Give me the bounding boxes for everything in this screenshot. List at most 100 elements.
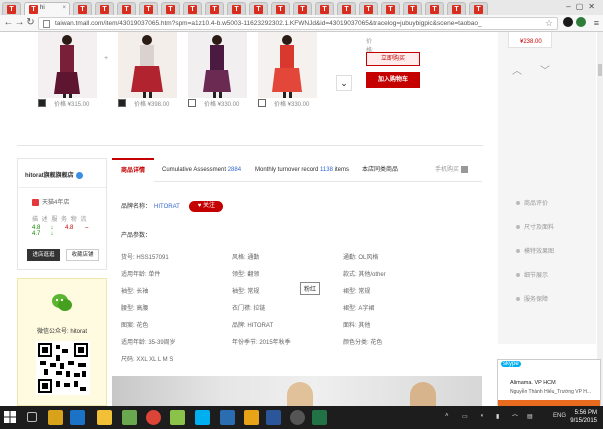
browser-tab[interactable]: T bbox=[447, 2, 466, 15]
browser-tab[interactable]: T bbox=[425, 2, 444, 15]
browser-tab[interactable]: T bbox=[227, 2, 246, 15]
browser-tab-active[interactable]: Thi × bbox=[24, 2, 70, 15]
url-input[interactable]: taiwan.tmall.com/item/43019037065.htm?sp… bbox=[38, 17, 558, 30]
param-attr: 袖型: 常规 bbox=[232, 289, 260, 295]
browser-tab[interactable]: T bbox=[205, 2, 224, 15]
browser-tab[interactable]: T bbox=[117, 2, 136, 15]
skype-notification[interactable]: skype Alimama. VP HCM Nguyễn Thành Hiếu_… bbox=[497, 359, 601, 406]
browser-tabstrip: T Thi × T T T T T T T T T T T T T T T T T… bbox=[0, 0, 603, 15]
page-info-icon[interactable] bbox=[43, 20, 50, 28]
language-indicator[interactable]: ENG bbox=[553, 413, 566, 419]
product-photo[interactable] bbox=[118, 32, 177, 98]
bundle-item[interactable]: 价格 ¥330.00 bbox=[258, 32, 317, 108]
browser-tab[interactable]: T bbox=[293, 2, 312, 15]
browser-tab[interactable]: T bbox=[315, 2, 334, 15]
windows-start-icon[interactable] bbox=[4, 411, 16, 423]
param-attr: 适用年龄: 35-39周岁 bbox=[121, 340, 176, 346]
app-icon[interactable] bbox=[290, 410, 305, 425]
battery-icon[interactable]: ▮ bbox=[496, 413, 499, 420]
bundle-item[interactable]: 价格 ¥398.00 bbox=[118, 32, 177, 108]
model-photo bbox=[410, 382, 436, 406]
reload-icon[interactable]: ↻ bbox=[25, 17, 36, 28]
app-icon[interactable] bbox=[170, 410, 185, 425]
task-view-icon[interactable] bbox=[27, 412, 37, 422]
file-explorer-icon[interactable] bbox=[97, 410, 112, 425]
clock[interactable]: 5:56 PM 9/15/2015 bbox=[570, 409, 597, 425]
wifi-icon[interactable]: ⌒ bbox=[512, 413, 518, 422]
side-link-detail[interactable]: 细节展示 bbox=[516, 270, 548, 279]
tmall-favicon-icon: T bbox=[276, 5, 285, 14]
browser-tab[interactable]: T bbox=[73, 2, 92, 15]
tab-product-details[interactable]: 商品详情 bbox=[112, 158, 154, 182]
product-photo[interactable] bbox=[188, 32, 247, 98]
chrome-icon[interactable] bbox=[146, 410, 161, 425]
skype-icon[interactable] bbox=[195, 410, 210, 425]
browser-tab[interactable]: T bbox=[271, 2, 290, 15]
favorite-shop-button[interactable]: 收藏店铺 bbox=[66, 249, 99, 261]
tray-chevron-icon[interactable]: ˄ bbox=[445, 413, 449, 419]
side-link-model[interactable]: 模特效果图 bbox=[516, 246, 554, 255]
browser-tab[interactable]: T bbox=[337, 2, 356, 15]
network-icon[interactable]: ▭ bbox=[462, 413, 468, 420]
brand-link[interactable]: HITORAT bbox=[154, 204, 180, 210]
tab-transactions[interactable]: Monthly turnover record 1138 items bbox=[255, 158, 349, 182]
side-link-reviews[interactable]: 商品评价 bbox=[516, 198, 548, 207]
side-link-size[interactable]: 尺寸及面料 bbox=[516, 222, 554, 231]
browser-tab[interactable]: T bbox=[161, 2, 180, 15]
browser-tab[interactable]: T bbox=[95, 2, 114, 15]
browser-tab[interactable]: T bbox=[403, 2, 422, 15]
bundle-checkbox[interactable] bbox=[118, 99, 126, 107]
chevron-down-icon[interactable]: ⌄ bbox=[336, 75, 352, 91]
bookmark-star-icon[interactable]: ☆ bbox=[545, 18, 553, 29]
wechat-card: 微信公众号: hitorat bbox=[17, 278, 107, 406]
bundle-checkbox[interactable] bbox=[188, 99, 196, 107]
product-photo[interactable] bbox=[258, 32, 317, 98]
mobile-buy[interactable]: 手机购买 bbox=[435, 158, 469, 182]
action-center-icon[interactable]: ▤ bbox=[527, 413, 533, 420]
shop-name[interactable]: hitorat旗舰旗舰店 bbox=[25, 170, 83, 179]
product-banner[interactable] bbox=[112, 376, 482, 406]
extension-icon[interactable] bbox=[563, 17, 573, 27]
side-link-service[interactable]: 服务保障 bbox=[516, 294, 548, 303]
browser-tab[interactable]: T bbox=[2, 2, 21, 15]
back-icon[interactable]: ← bbox=[3, 17, 14, 28]
window-controls[interactable]: –▢✕ bbox=[566, 2, 600, 11]
app-icon[interactable] bbox=[220, 410, 235, 425]
close-tab-icon[interactable]: × bbox=[62, 5, 66, 11]
scrollbar-thumb[interactable] bbox=[598, 64, 602, 76]
follow-button[interactable]: ♥ 关注 bbox=[189, 201, 224, 212]
bundle-item[interactable]: 价格 ¥330.00 bbox=[188, 32, 247, 108]
excel-icon[interactable] bbox=[312, 410, 327, 425]
store-icon[interactable] bbox=[48, 410, 63, 425]
page-scrollbar[interactable] bbox=[597, 32, 603, 406]
tmall-favicon-icon: T bbox=[144, 5, 153, 14]
tab-reviews[interactable]: Cumulative Assessment 2884 bbox=[162, 158, 241, 182]
bundle-item[interactable]: 价格 ¥315.00 bbox=[38, 32, 97, 108]
browser-tab[interactable]: T bbox=[381, 2, 400, 15]
tooltip: 粉红 bbox=[300, 282, 321, 295]
bundle-checkbox[interactable] bbox=[258, 99, 266, 107]
volume-icon[interactable]: ◖ bbox=[480, 413, 484, 419]
param-attr: 领型: 翻领 bbox=[232, 272, 260, 278]
chevron-up-icon[interactable]: ︿ bbox=[512, 62, 522, 77]
app-icon[interactable] bbox=[244, 410, 259, 425]
forward-icon[interactable]: → bbox=[14, 17, 25, 28]
bundle-checkbox[interactable] bbox=[38, 99, 46, 107]
app-icon[interactable] bbox=[122, 410, 137, 425]
param-attr: 适用年龄: 单件 bbox=[121, 272, 161, 278]
edge-icon[interactable] bbox=[70, 410, 85, 425]
buy-now-button[interactable]: 立即购买 bbox=[366, 52, 420, 66]
browser-tab[interactable]: T bbox=[469, 2, 488, 15]
product-photo[interactable] bbox=[38, 32, 97, 98]
enter-shop-button[interactable]: 进店逛逛 bbox=[27, 249, 60, 261]
word-icon[interactable] bbox=[266, 410, 281, 425]
chevron-down-icon[interactable]: ﹀ bbox=[540, 62, 550, 77]
add-to-cart-button[interactable]: 加入购物车 bbox=[366, 72, 420, 88]
browser-tab[interactable]: T bbox=[183, 2, 202, 15]
extension-shield-icon[interactable] bbox=[576, 17, 586, 27]
browser-tab[interactable]: T bbox=[139, 2, 158, 15]
browser-tab[interactable]: T bbox=[359, 2, 378, 15]
tab-similar-items[interactable]: 本店同类商品 bbox=[362, 158, 398, 182]
browser-tab[interactable]: T bbox=[249, 2, 268, 15]
menu-icon[interactable]: ≡ bbox=[594, 18, 599, 28]
